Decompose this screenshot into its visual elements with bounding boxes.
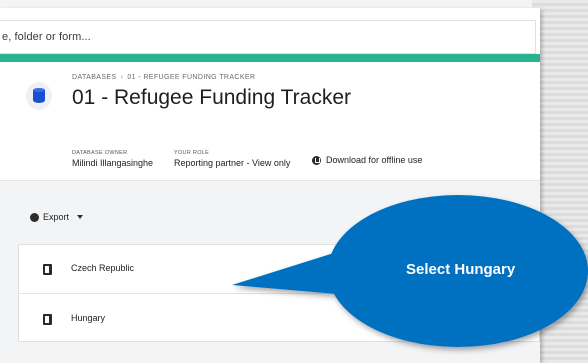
owner-value: Milindi Illangasinghe bbox=[72, 158, 154, 168]
breadcrumb-separator: › bbox=[120, 74, 124, 81]
download-offline-button[interactable]: Download for offline use bbox=[326, 155, 422, 165]
search-text: e, folder or form... bbox=[2, 31, 91, 43]
breadcrumb-databases[interactable]: DATABASES bbox=[72, 74, 117, 81]
export-icon[interactable] bbox=[30, 213, 39, 222]
chevron-down-icon[interactable] bbox=[77, 215, 83, 219]
page-title: 01 - Refugee Funding Tracker bbox=[72, 86, 351, 109]
breadcrumb-current: 01 - REFUGEE FUNDING TRACKER bbox=[127, 74, 256, 81]
role-label: YOUR ROLE bbox=[174, 150, 210, 156]
download-icon[interactable] bbox=[312, 156, 321, 165]
frame-shadow-right bbox=[532, 0, 588, 363]
export-button[interactable]: Export bbox=[43, 212, 69, 222]
breadcrumb: DATABASES › 01 - REFUGEE FUNDING TRACKER bbox=[72, 74, 255, 81]
frame-shadow-top bbox=[0, 0, 588, 8]
forms-list: Czech Republic Hungary bbox=[18, 244, 540, 342]
form-icon bbox=[43, 264, 52, 275]
list-item-hungary[interactable]: Hungary bbox=[19, 293, 540, 341]
list-item-label: Czech Republic bbox=[71, 263, 135, 273]
form-icon bbox=[43, 314, 52, 325]
database-header: DATABASES › 01 - REFUGEE FUNDING TRACKER 0… bbox=[0, 62, 540, 180]
search-input[interactable]: e, folder or form... bbox=[0, 20, 536, 54]
accent-band bbox=[0, 54, 540, 62]
app-window: e, folder or form... DATABASES › 01 - REFU… bbox=[0, 8, 540, 363]
list-item-label: Hungary bbox=[71, 313, 106, 323]
screenshot-frame: e, folder or form... DATABASES › 01 - REFU… bbox=[0, 0, 588, 363]
role-value: Reporting partner - View only bbox=[174, 158, 291, 168]
database-icon bbox=[26, 82, 52, 110]
callout-text: Select Hungary bbox=[406, 261, 516, 278]
owner-label: DATABASE OWNER bbox=[72, 150, 128, 156]
